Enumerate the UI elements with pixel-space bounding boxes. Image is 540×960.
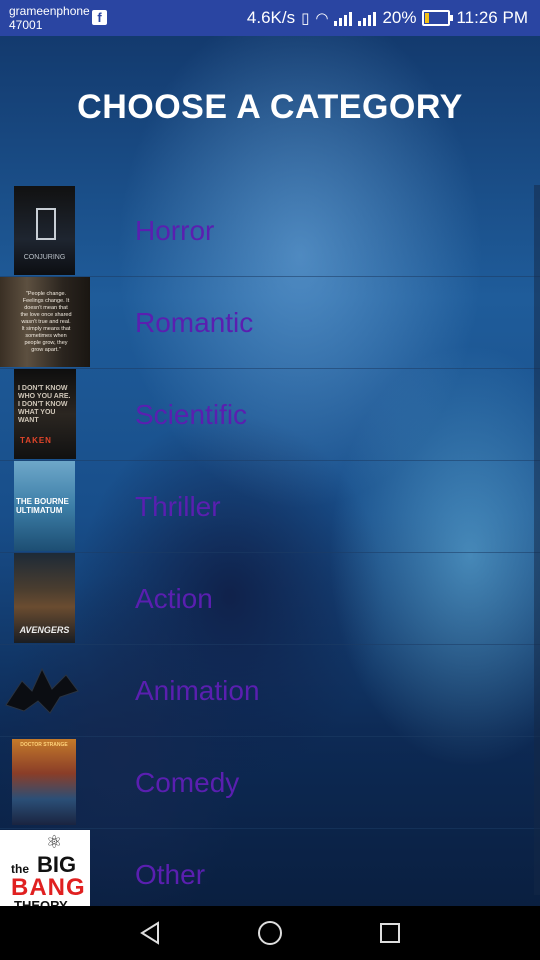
- category-item-romantic[interactable]: "People change. Feelings change. It does…: [0, 277, 540, 369]
- category-label: Action: [135, 582, 213, 614]
- horror-poster-title: CONJURING: [23, 254, 66, 261]
- category-item-thriller[interactable]: THE BOURNE ULTIMATUM Thriller: [0, 461, 540, 553]
- facebook-icon: f: [92, 10, 107, 25]
- scientific-poster-text: I DON'T KNOW WHO YOU ARE. I DON'T KNOW W…: [18, 385, 71, 424]
- network-speed: 4.6K/s: [246, 8, 296, 27]
- scientific-poster-image: I DON'T KNOW WHO YOU ARE. I DON'T KNOW W…: [14, 369, 76, 459]
- carrier-name: grameenphone: [9, 4, 90, 18]
- wifi-icon: ◠: [315, 10, 329, 27]
- category-item-horror[interactable]: CONJURING Horror: [0, 185, 540, 277]
- battery-icon: [422, 10, 454, 26]
- category-item-animation[interactable]: Animation: [0, 645, 540, 737]
- carrier-info: grameenphone 47001: [9, 4, 90, 32]
- category-label: Scientific: [135, 398, 248, 430]
- thriller-poster-image: THE BOURNE ULTIMATUM: [14, 461, 75, 551]
- signal-icon: [334, 10, 353, 26]
- horror-poster-image: CONJURING: [14, 186, 75, 275]
- scientific-poster-title: TAKEN: [20, 436, 52, 445]
- romantic-poster-image: "People change. Feelings change. It does…: [0, 277, 90, 367]
- battery-percent: 20%: [382, 8, 417, 27]
- comedy-poster-title: DOCTOR STRANGE: [20, 742, 68, 748]
- thriller-poster-title: THE BOURNE ULTIMATUM: [16, 497, 69, 515]
- action-poster-title: AVENGERS: [19, 625, 70, 635]
- category-item-scientific[interactable]: I DON'T KNOW WHO YOU ARE. I DON'T KNOW W…: [0, 369, 540, 461]
- comedy-poster-image: DOCTOR STRANGE: [12, 739, 76, 825]
- romantic-poster-quote: "People change. Feelings change. It does…: [20, 291, 72, 353]
- category-item-action[interactable]: AVENGERS Action: [0, 553, 540, 645]
- atom-icon: ⚛: [46, 832, 63, 852]
- action-poster-image: AVENGERS: [14, 553, 75, 643]
- status-indicators: 4.6K/s ▯ ◠ 20% 11:26 PM: [247, 8, 528, 28]
- page-title: CHOOSE A CATEGORY: [77, 88, 463, 126]
- home-icon[interactable]: [255, 918, 285, 948]
- category-item-comedy[interactable]: DOCTOR STRANGE Comedy: [0, 737, 540, 829]
- back-icon[interactable]: [136, 918, 166, 948]
- carrier-code: 47001: [9, 18, 43, 32]
- vibrate-icon: ▯: [301, 10, 310, 27]
- category-label: Horror: [135, 214, 215, 246]
- category-label: Thriller: [135, 490, 221, 522]
- clock: 11:26 PM: [456, 8, 528, 27]
- category-list[interactable]: CONJURING Horror "People change. Feeling…: [0, 185, 540, 921]
- status-bar: grameenphone 47001 f 4.6K/s ▯ ◠ 20% 11:2…: [0, 0, 540, 36]
- navigation-bar: [0, 906, 540, 960]
- category-label: Animation: [135, 674, 260, 706]
- scrollbar[interactable]: [534, 185, 540, 895]
- dragon-poster-image: [5, 667, 79, 714]
- category-label: Romantic: [135, 306, 254, 338]
- category-label: Comedy: [135, 766, 240, 798]
- signal-icon-2: [358, 10, 377, 26]
- recent-apps-icon[interactable]: [375, 918, 405, 948]
